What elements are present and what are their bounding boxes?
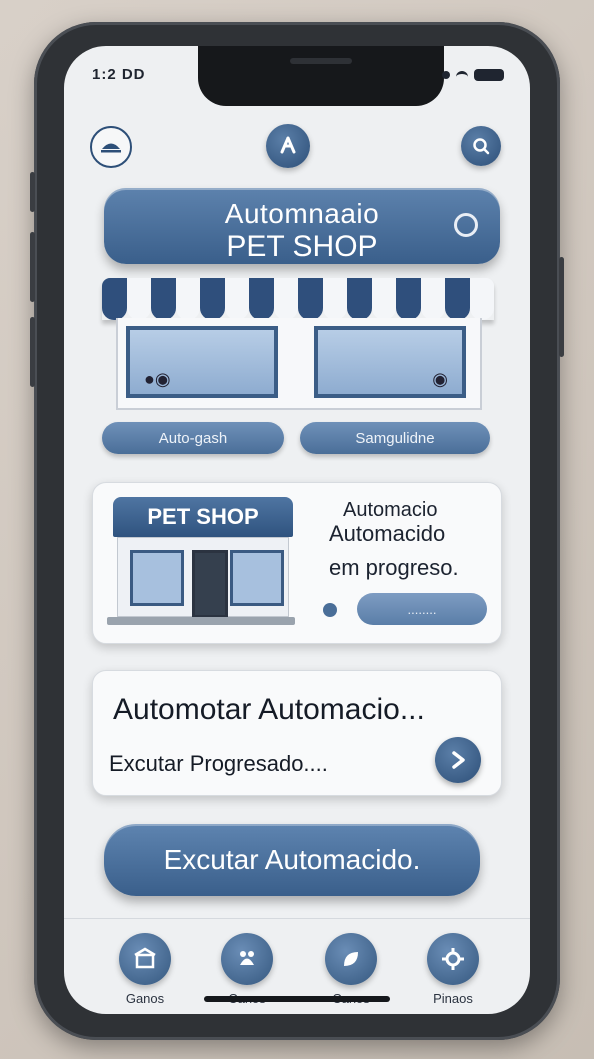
run-automation-card: Automotar Automacio... Excutar Progresad… <box>92 670 502 796</box>
storefront-illustration: ●◉ ◉ <box>102 278 494 412</box>
play-icon <box>452 751 465 769</box>
store-icon <box>119 933 171 985</box>
header-title-banner[interactable]: Automnaaio PET SHOP <box>104 188 500 264</box>
volume-down-button <box>30 317 35 387</box>
paw-icon <box>280 136 296 154</box>
leaf-icon <box>325 933 377 985</box>
progress-row: ........ <box>323 593 493 627</box>
store-window-left: ●◉ <box>126 326 278 398</box>
pets-button[interactable] <box>266 124 310 168</box>
mini-storefront: PET SHOP <box>107 497 295 629</box>
cat-icon: ◉ <box>432 369 448 389</box>
status-line2: Automacido <box>329 521 446 546</box>
menu-icon <box>101 143 121 153</box>
menu-button[interactable] <box>90 126 132 168</box>
chip-settings[interactable]: Samgulidne <box>300 422 490 454</box>
mini-store-door <box>192 550 228 618</box>
notch <box>198 46 444 106</box>
tab-1[interactable]: Ganos <box>100 933 190 1006</box>
settings-icon <box>427 933 479 985</box>
run-card-title: Automotar Automacio... <box>113 693 425 726</box>
execute-automation-button[interactable]: Excutar Automacido. <box>104 824 480 896</box>
tab-4[interactable]: Pinaos <box>408 933 498 1006</box>
awning <box>102 278 494 320</box>
battery-icon <box>474 69 504 81</box>
chip-auto[interactable]: Auto-gash <box>102 422 284 454</box>
mini-store-sign: PET SHOP <box>113 497 293 537</box>
status-time: 1:2 DD <box>92 66 146 83</box>
automation-status-card: PET SHOP Automacio Automacido em progres… <box>92 482 502 644</box>
mini-store-body <box>117 537 289 618</box>
search-button[interactable] <box>461 126 501 166</box>
pet-icon <box>221 933 273 985</box>
progress-bar: ........ <box>357 593 487 625</box>
power-button <box>559 257 564 357</box>
status-icons <box>442 69 504 81</box>
dog-icon: ●◉ <box>144 369 171 389</box>
progress-indicator <box>323 603 337 617</box>
status-line1: Automacio <box>343 499 438 521</box>
status-line3: em progreso. <box>329 555 459 580</box>
tab-1-label: Ganos <box>125 991 165 1006</box>
volume-up-button <box>30 232 35 302</box>
run-card-subtitle: Excutar Progresado.... <box>109 751 328 776</box>
search-icon <box>473 138 490 155</box>
store-facade: ●◉ ◉ <box>116 318 482 410</box>
play-button[interactable] <box>435 737 481 783</box>
phone-frame: 1:2 DD Automnaaio PET SHOP ●◉ ◉ Auto-gas… <box>30 22 564 1040</box>
store-window-right: ◉ <box>314 326 466 398</box>
mute-switch <box>30 172 35 212</box>
wifi-icon <box>456 70 468 80</box>
signal-icon <box>442 71 450 79</box>
screen: 1:2 DD Automnaaio PET SHOP ●◉ ◉ Auto-gas… <box>64 46 530 1014</box>
home-indicator <box>204 996 390 1002</box>
header-title-line2: PET SHOP <box>226 230 378 263</box>
info-icon <box>454 213 478 237</box>
tab-4-label: Pinaos <box>433 991 473 1006</box>
header-title-line1: Automnaaio <box>224 198 380 229</box>
